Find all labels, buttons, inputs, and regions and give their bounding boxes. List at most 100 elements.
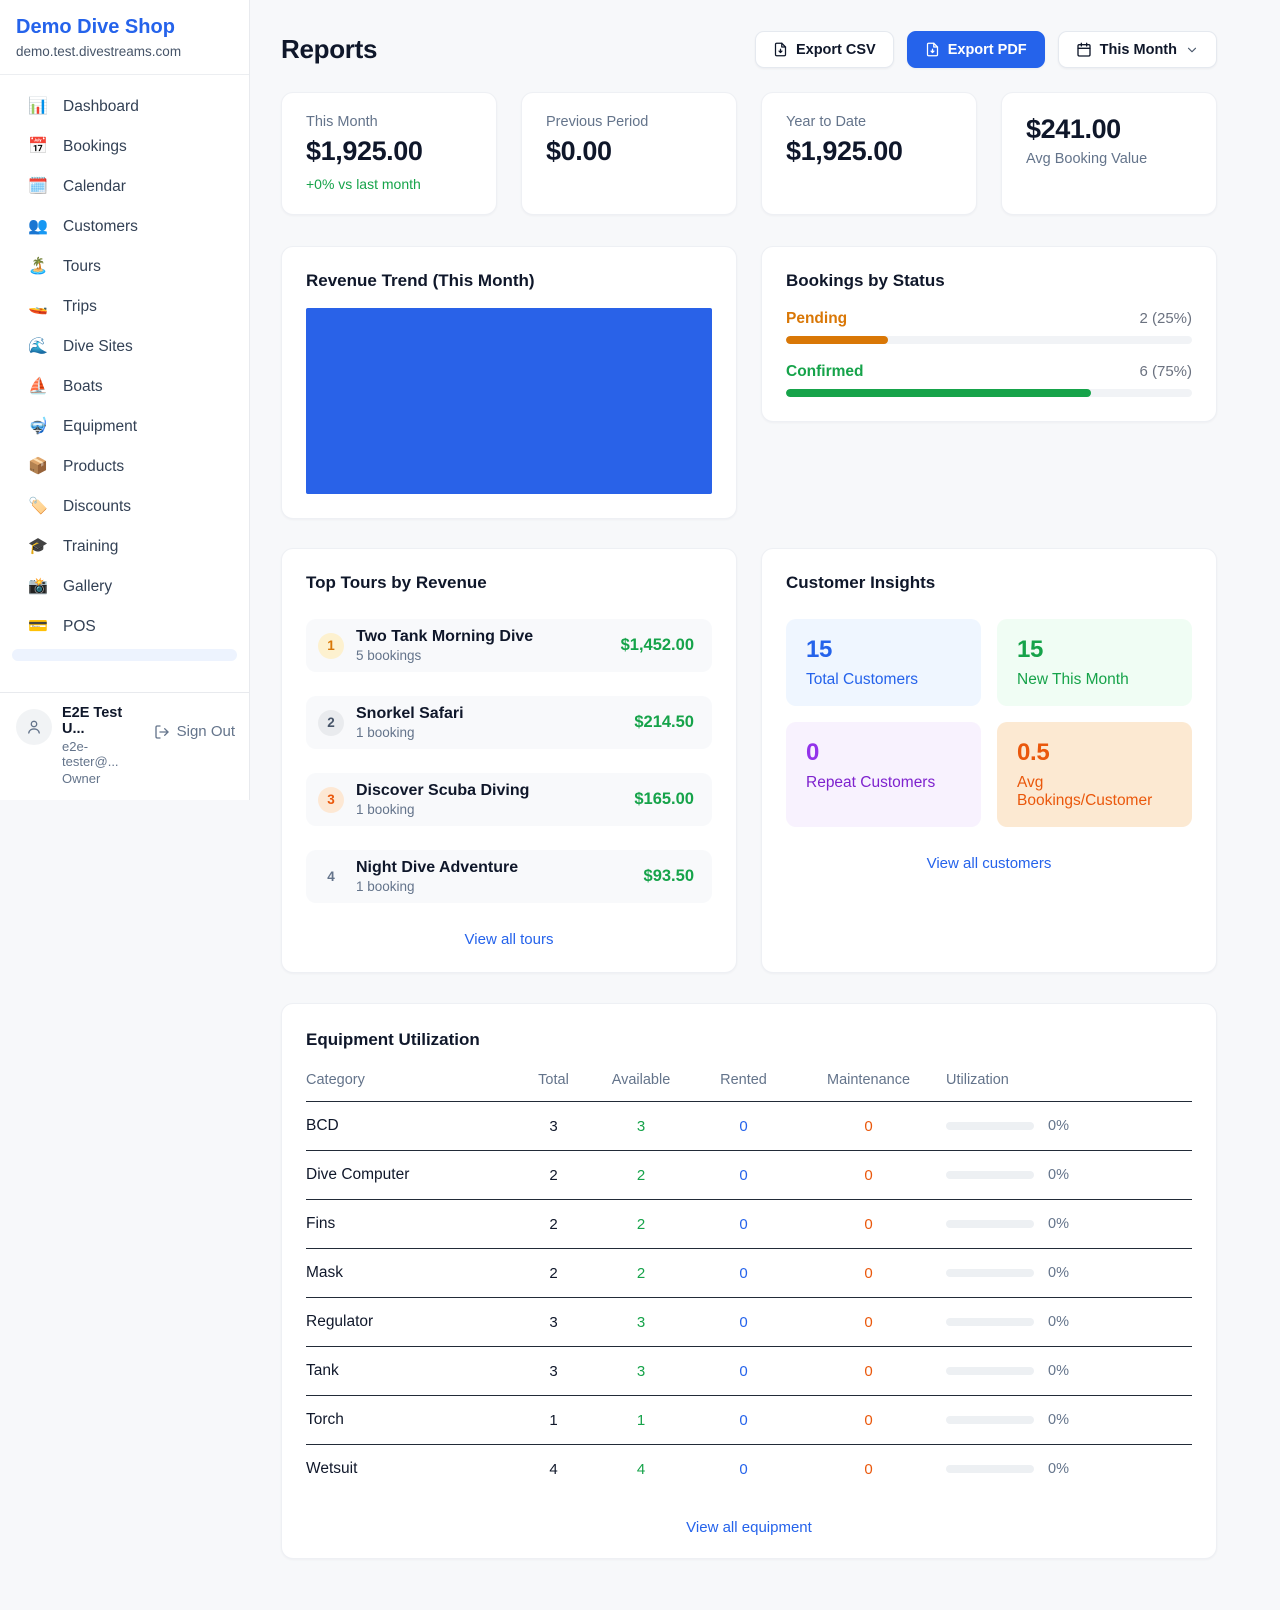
col-maintenance: Maintenance	[791, 1072, 946, 1088]
tour-amount: $165.00	[634, 790, 694, 809]
sidebar-item-products[interactable]: 📦 Products	[0, 447, 249, 487]
tour-name: Discover Scuba Diving	[356, 782, 622, 800]
table-row: Regulator 3 3 0 0 0%	[306, 1298, 1192, 1347]
progress-track	[786, 336, 1192, 344]
utilization-track	[946, 1465, 1034, 1473]
sidebar-item-dive-sites[interactable]: 🌊 Dive Sites	[0, 327, 249, 367]
person-icon	[25, 718, 43, 736]
file-download-icon	[773, 42, 788, 57]
panel-title: Equipment Utilization	[306, 1030, 1192, 1050]
stat-label: This Month	[306, 114, 472, 130]
sidebar-nav: 📊 Dashboard 📅 Bookings 🗓️ Calendar 👥 Cus…	[0, 75, 249, 692]
export-pdf-button[interactable]: Export PDF	[907, 31, 1045, 68]
package-icon: 📦	[28, 459, 48, 475]
sailboat-icon: ⛵	[28, 379, 48, 395]
sidebar-item-label: POS	[63, 618, 96, 636]
col-category: Category	[306, 1072, 521, 1088]
view-all-equipment-link[interactable]: View all equipment	[306, 1519, 1192, 1536]
chevron-down-icon	[1185, 43, 1199, 57]
tour-bookings: 1 booking	[356, 879, 632, 894]
stat-label: Avg Booking Value	[1026, 151, 1192, 167]
stat-value: $241.00	[1026, 114, 1192, 145]
table-row: Mask 2 2 0 0 0%	[306, 1249, 1192, 1298]
tile-value: 15	[1017, 636, 1172, 664]
rank-badge: 2	[318, 710, 344, 736]
status-row-confirmed: Confirmed 6 (75%)	[786, 363, 1192, 397]
view-all-customers-link[interactable]: View all customers	[786, 855, 1192, 872]
sidebar-item-label: Products	[63, 458, 124, 476]
utilization-track	[946, 1367, 1034, 1375]
tile-value: 0.5	[1017, 739, 1172, 767]
sidebar-item-label: Dive Sites	[63, 338, 133, 356]
user-name: E2E Test U...	[62, 705, 144, 737]
sidebar-item-tours[interactable]: 🏝️ Tours	[0, 247, 249, 287]
tour-bookings: 1 booking	[356, 725, 622, 740]
stat-card-year-to-date: Year to Date $1,925.00	[761, 92, 977, 215]
table-header-row: Category Total Available Rented Maintena…	[306, 1072, 1192, 1102]
rank-badge: 4	[318, 864, 344, 890]
utilization-cell: 0%	[946, 1216, 1192, 1232]
sidebar-item-label: Equipment	[63, 418, 137, 436]
dive-mask-icon: 🤿	[28, 419, 48, 435]
equipment-table: Category Total Available Rented Maintena…	[306, 1072, 1192, 1493]
sidebar-item-customers[interactable]: 👥 Customers	[0, 207, 249, 247]
speedboat-icon: 🚤	[28, 299, 48, 315]
stat-card-this-month: This Month $1,925.00 +0% vs last month	[281, 92, 497, 215]
sidebar-item-label: Training	[63, 538, 118, 556]
sidebar-item-discounts[interactable]: 🏷️ Discounts	[0, 487, 249, 527]
header-actions: Export CSV Export PDF This Month	[755, 31, 1217, 68]
status-count: 6 (75%)	[1139, 363, 1192, 380]
shop-name: Demo Dive Shop	[16, 16, 233, 39]
tour-name: Night Dive Adventure	[356, 859, 632, 877]
sidebar-item-equipment[interactable]: 🤿 Equipment	[0, 407, 249, 447]
sidebar-item-boats[interactable]: ⛵ Boats	[0, 367, 249, 407]
sidebar-item-calendar[interactable]: 🗓️ Calendar	[0, 167, 249, 207]
tile-value: 15	[806, 636, 961, 664]
graduation-cap-icon: 🎓	[28, 539, 48, 555]
sidebar-user-footer: E2E Test U... e2e-tester@... Owner Sign …	[0, 692, 249, 800]
table-row: Torch 1 1 0 0 0%	[306, 1396, 1192, 1445]
tile-repeat-customers: 0 Repeat Customers	[786, 722, 981, 827]
tile-label: Avg Bookings/Customer	[1017, 774, 1172, 810]
user-info: E2E Test U... e2e-tester@... Owner	[62, 705, 144, 786]
progress-fill	[786, 389, 1091, 397]
status-label: Confirmed	[786, 363, 864, 381]
bookings-by-status-panel: Bookings by Status Pending 2 (25%) Confi…	[761, 246, 1217, 422]
charts-row: Revenue Trend (This Month) Bookings by S…	[281, 246, 1217, 519]
sidebar-item-label: Gallery	[63, 578, 112, 596]
tour-list: 1 Two Tank Morning Dive 5 bookings $1,45…	[306, 619, 712, 903]
panel-title: Customer Insights	[786, 573, 1192, 593]
avatar	[16, 709, 52, 745]
sidebar-item-training[interactable]: 🎓 Training	[0, 527, 249, 567]
sidebar-item-reports-partial[interactable]	[12, 649, 237, 661]
panel-title: Bookings by Status	[786, 271, 1192, 291]
tile-label: Repeat Customers	[806, 774, 961, 792]
page-title: Reports	[281, 34, 377, 65]
tile-total-customers: 15 Total Customers	[786, 619, 981, 706]
shop-domain: demo.test.divestreams.com	[16, 44, 233, 59]
sidebar-item-bookings[interactable]: 📅 Bookings	[0, 127, 249, 167]
utilization-track	[946, 1171, 1034, 1179]
sidebar-item-dashboard[interactable]: 📊 Dashboard	[0, 87, 249, 127]
sidebar-item-label: Boats	[63, 378, 103, 396]
sidebar-item-trips[interactable]: 🚤 Trips	[0, 287, 249, 327]
customer-insights-panel: Customer Insights 15 Total Customers 15 …	[761, 548, 1217, 973]
tour-name: Two Tank Morning Dive	[356, 628, 609, 646]
tile-avg-bookings-customer: 0.5 Avg Bookings/Customer	[997, 722, 1192, 827]
stat-cards: This Month $1,925.00 +0% vs last month P…	[281, 92, 1217, 215]
tile-new-this-month: 15 New This Month	[997, 619, 1192, 706]
top-tours-panel: Top Tours by Revenue 1 Two Tank Morning …	[281, 548, 737, 973]
period-dropdown[interactable]: This Month	[1058, 31, 1217, 68]
main-content: Reports Export CSV Export PDF This Month…	[250, 0, 1280, 1603]
sign-out-button[interactable]: Sign Out	[154, 723, 235, 740]
sidebar-item-label: Trips	[63, 298, 97, 316]
stat-value: $1,925.00	[306, 136, 472, 167]
table-row: Dive Computer 2 2 0 0 0%	[306, 1151, 1192, 1200]
utilization-track	[946, 1318, 1034, 1326]
view-all-tours-link[interactable]: View all tours	[306, 931, 712, 948]
sidebar-item-label: Dashboard	[63, 98, 139, 116]
export-csv-button[interactable]: Export CSV	[755, 31, 894, 68]
sidebar-item-gallery[interactable]: 📸 Gallery	[0, 567, 249, 607]
panel-title: Revenue Trend (This Month)	[306, 271, 712, 291]
sidebar-item-pos[interactable]: 💳 POS	[0, 607, 249, 647]
